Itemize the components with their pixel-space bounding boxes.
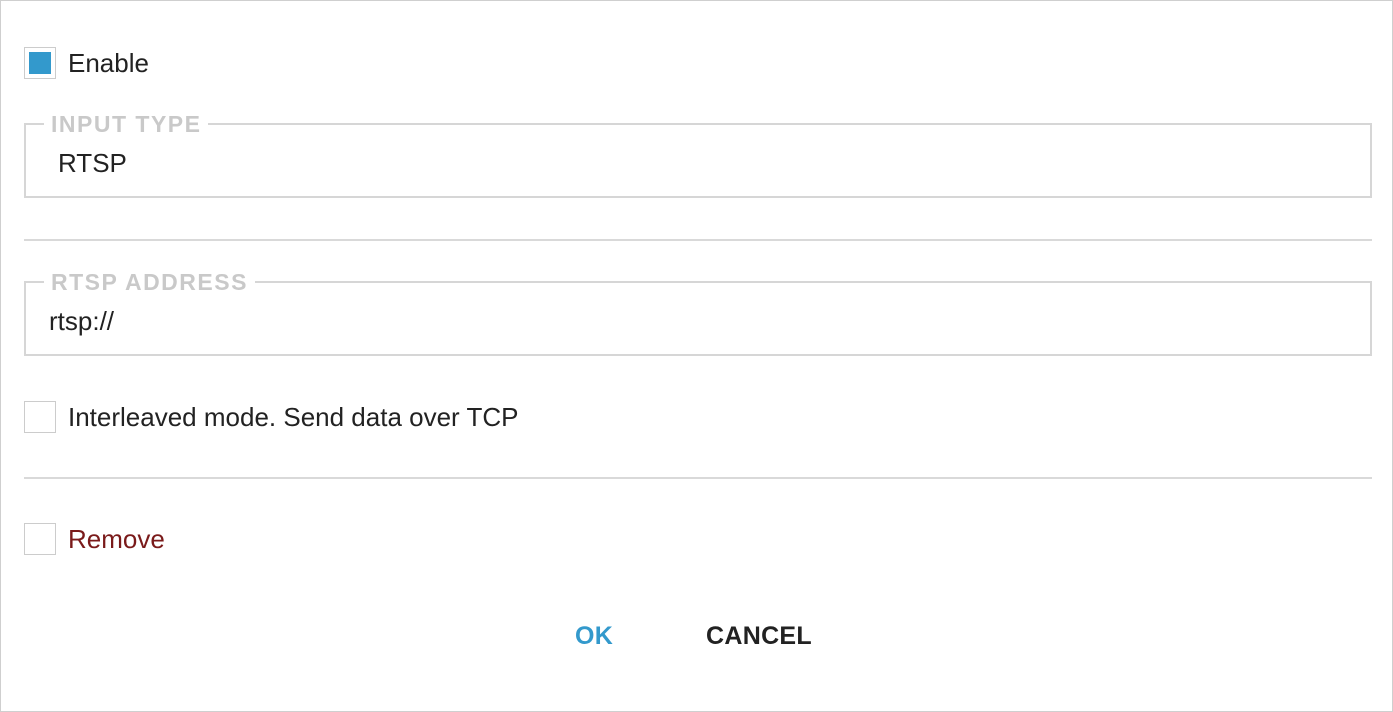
remove-checkbox[interactable] [24, 523, 56, 555]
ok-button[interactable]: OK [575, 619, 613, 653]
rtsp-address-fieldset: RTSP ADDRESS [24, 268, 1372, 356]
section-divider [24, 477, 1372, 479]
interleaved-label: Interleaved mode. Send data over TCP [68, 402, 519, 432]
rtsp-address-legend: RTSP ADDRESS [44, 268, 255, 296]
input-type-legend: INPUT TYPE [44, 110, 209, 138]
input-type-value[interactable]: RTSP [58, 147, 127, 179]
remove-label: Remove [68, 524, 165, 554]
cancel-button[interactable]: CANCEL [706, 619, 812, 653]
rtsp-address-input[interactable] [49, 304, 1358, 338]
interleaved-checkbox[interactable] [24, 401, 56, 433]
enable-row: Enable [24, 47, 149, 79]
enable-label: Enable [68, 48, 149, 78]
interleaved-row: Interleaved mode. Send data over TCP [24, 401, 518, 433]
remove-row: Remove [24, 523, 165, 555]
input-type-fieldset[interactable]: INPUT TYPE RTSP [24, 110, 1372, 198]
section-divider [24, 239, 1372, 241]
rtsp-input-dialog: Enable INPUT TYPE RTSP RTSP ADDRESS Inte… [0, 0, 1393, 712]
enable-checkbox-checked-mark [29, 52, 51, 74]
enable-checkbox[interactable] [24, 47, 56, 79]
